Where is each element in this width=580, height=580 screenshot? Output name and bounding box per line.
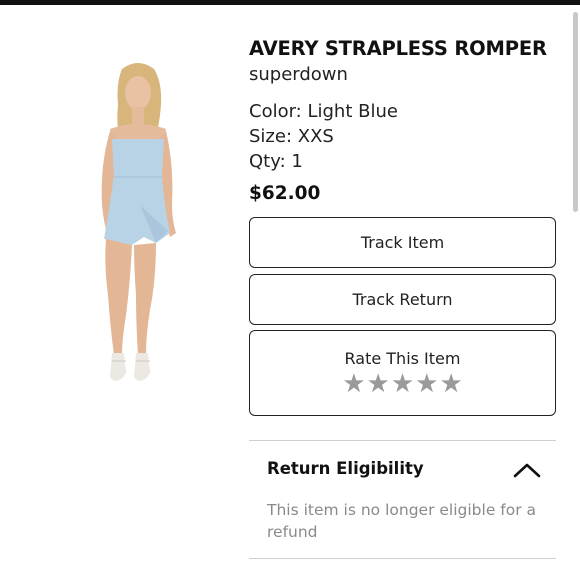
return-eligibility-header[interactable]: Return Eligibility [249,452,556,488]
product-info: AVERY STRAPLESS ROMPER superdown Color: … [249,36,559,206]
rate-item-panel: Rate This Item ★ ★ ★ ★ ★ [249,330,556,416]
product-image [101,63,176,381]
rate-item-label: Rate This Item [344,348,461,368]
star-icon-2[interactable]: ★ [367,370,390,398]
product-color: Color: Light Blue [249,101,398,122]
star-rating[interactable]: ★ ★ ★ ★ ★ [342,370,463,398]
product-size: Size: XXS [249,126,334,147]
product-brand[interactable]: superdown [249,62,559,87]
star-icon-4[interactable]: ★ [415,370,438,398]
product-price: $62.00 [249,183,321,204]
track-return-button[interactable]: Track Return [249,274,556,325]
top-bar [0,0,580,5]
divider [249,558,556,559]
track-return-label: Track Return [352,290,453,309]
star-icon-5[interactable]: ★ [439,370,462,398]
scroll-indicator[interactable] [573,12,578,212]
product-quantity: Qty: 1 [249,151,303,172]
track-item-label: Track Item [360,233,445,252]
divider [249,440,556,441]
star-icon-3[interactable]: ★ [391,370,414,398]
chevron-up-icon[interactable] [512,460,542,480]
return-eligibility-text: This item is no longer eligible for a re… [267,501,537,541]
track-item-button[interactable]: Track Item [249,217,556,268]
return-eligibility-title: Return Eligibility [267,459,424,478]
order-item-screen: AVERY STRAPLESS ROMPER superdown Color: … [0,0,580,580]
product-title[interactable]: AVERY STRAPLESS ROMPER [249,36,559,62]
star-icon-1[interactable]: ★ [342,370,365,398]
